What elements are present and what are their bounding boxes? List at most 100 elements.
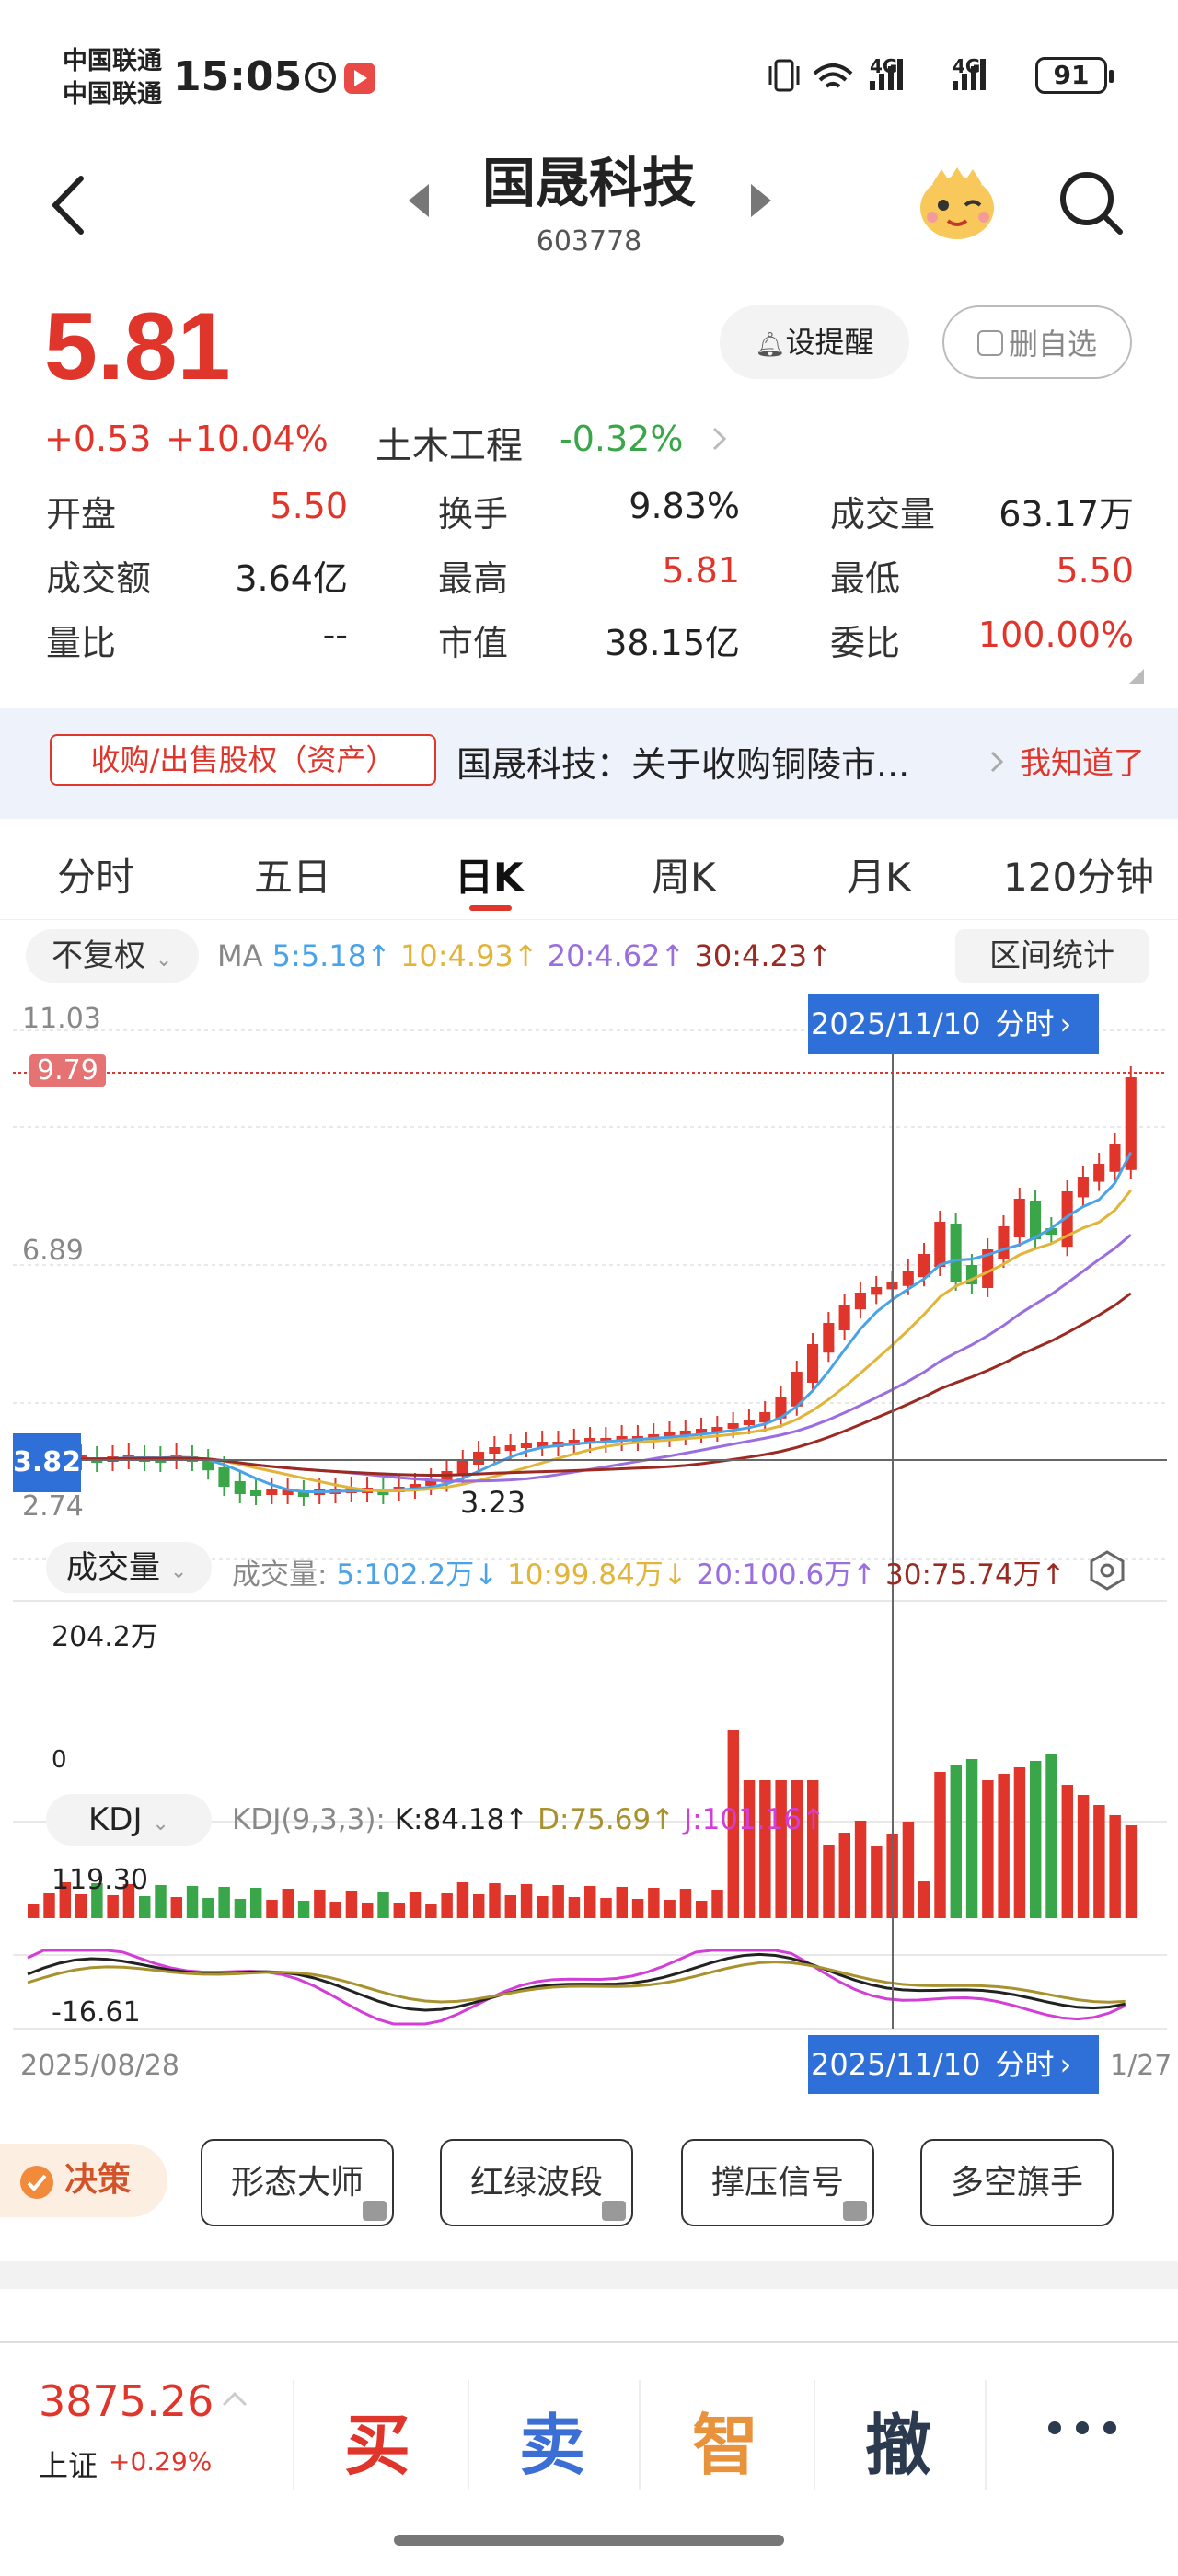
stat-label: 换手	[438, 494, 509, 535]
volume-legend: 成交量: 5:102.2万↓ 10:99.84万↓ 20:100.6万↑ 30:…	[232, 1551, 1066, 1593]
volume-selector[interactable]: 成交量 ⌄	[46, 1542, 212, 1593]
stat-label: 最低	[830, 558, 901, 599]
mascot-icon[interactable]	[916, 164, 999, 242]
price-change: +0.53	[44, 419, 152, 459]
stat-value: 5.50	[1056, 550, 1134, 591]
current-price: 5.81	[44, 293, 231, 400]
candle-body	[950, 1224, 962, 1282]
tool-bull-bear-flag[interactable]: 多空旗手	[920, 2139, 1114, 2226]
volume-bar	[425, 1904, 437, 1918]
candle-body	[504, 1445, 516, 1451]
carrier-1: 中国联通	[63, 47, 162, 75]
kdj-legend: KDJ(9,3,3): K:84.18↑ D:75.69↑ J:101.16↑	[232, 1803, 826, 1836]
volume-bar	[600, 1898, 612, 1918]
sell-button[interactable]: 卖	[519, 2391, 585, 2488]
candle-body	[1030, 1201, 1042, 1239]
expand-corner-icon[interactable]	[1127, 667, 1146, 685]
indicator-selector[interactable]: KDJ ⌄	[46, 1794, 212, 1846]
volume-bar	[1013, 1767, 1026, 1918]
volume-bar	[266, 1900, 278, 1918]
set-alert-button[interactable]: 🔔︎设提醒	[720, 305, 909, 379]
indicator-selector-label: KDJ	[88, 1801, 143, 1838]
volume-label: 成交量:	[232, 1558, 328, 1592]
lock-icon	[602, 2201, 626, 2221]
announcement-text[interactable]: 国晟科技：关于收购铜陵市...	[456, 736, 909, 787]
volume-bar	[218, 1887, 230, 1918]
volume-bar	[186, 1886, 199, 1918]
volume-bar	[965, 1759, 978, 1918]
volume-bar	[743, 1780, 756, 1918]
candle-body	[854, 1293, 866, 1310]
bottom-trade-bar: 3875.26 上证 +0.29% 买 卖 智 撤	[0, 2341, 1178, 2576]
chevron-up-icon[interactable]	[221, 2389, 248, 2408]
index-value[interactable]: 3875.26	[39, 2376, 214, 2426]
volume-bar	[393, 1903, 406, 1918]
tab-monthly-k[interactable]: 月K	[847, 846, 911, 903]
tab-five-day[interactable]: 五日	[254, 846, 331, 903]
stat-value: 38.15亿	[605, 623, 740, 663]
tool-label: 形态大师	[230, 2164, 364, 2202]
volume-bar	[998, 1774, 1010, 1918]
tool-pattern-master[interactable]: 形态大师	[201, 2139, 394, 2226]
stock-code: 603778	[536, 225, 642, 258]
volume-selector-label: 成交量	[66, 1549, 160, 1586]
candle-body	[489, 1447, 501, 1454]
tab-weekly-k[interactable]: 周K	[652, 846, 716, 903]
volume-bar	[934, 1772, 946, 1918]
smart-button[interactable]: 智	[692, 2391, 758, 2488]
settings-hexagon-icon[interactable]	[1086, 1549, 1128, 1592]
kdj-axis-top: 119.30	[52, 1864, 148, 1896]
volume-bar	[1077, 1795, 1090, 1918]
kdj-label: KDJ(9,3,3):	[232, 1803, 386, 1836]
tab-daily-k[interactable]: 日K	[455, 846, 524, 903]
more-icon[interactable]	[1045, 2419, 1119, 2437]
price-axis-mid: 6.89	[22, 1235, 84, 1267]
cancel-order-button[interactable]: 撤	[865, 2391, 931, 2488]
volume-bar	[155, 1885, 167, 1918]
buy-button[interactable]: 买	[344, 2391, 410, 2488]
candle-body	[727, 1423, 739, 1429]
network-label-1: 4G	[870, 55, 898, 77]
volume-bar	[107, 1895, 119, 1918]
candle-body	[823, 1323, 835, 1353]
stat-value: 5.81	[662, 550, 740, 591]
candle-body	[266, 1489, 278, 1495]
candle-body	[871, 1287, 883, 1295]
kdj-d: D:75.69↑	[537, 1803, 676, 1836]
chevron-down-icon: ⌄	[152, 1812, 169, 1835]
candle-body	[1109, 1144, 1121, 1172]
stat-label: 量比	[46, 623, 117, 663]
cursor-date-badge[interactable]: 2025/11/10 分时 ›	[808, 994, 1099, 1054]
stat-label: 市值	[438, 623, 509, 663]
tool-red-green-band[interactable]: 红绿波段	[440, 2139, 633, 2226]
search-icon[interactable]	[1054, 166, 1127, 239]
bell-icon: 🔔︎	[755, 331, 786, 359]
divider	[639, 2380, 641, 2490]
tool-support-resistance[interactable]: 撑压信号	[681, 2139, 874, 2226]
candle-body	[1077, 1177, 1089, 1198]
next-stock-icon[interactable]	[747, 182, 775, 219]
range-stats-button[interactable]: 区间统计	[955, 929, 1149, 983]
announcement-bar[interactable]: 收购/出售股权（资产） 国晟科技：关于收购铜陵市... 我知道了	[0, 708, 1178, 819]
adjust-selector[interactable]: 不复权 ⌄	[26, 929, 199, 983]
index-name: 上证	[39, 2448, 98, 2483]
volume-bar	[631, 1899, 644, 1918]
sector-name[interactable]: 土木工程	[375, 416, 523, 469]
candle-body	[1093, 1164, 1105, 1182]
sector-change[interactable]: -0.32%	[560, 419, 683, 459]
ma10-value: 10:4.93↑	[400, 938, 538, 973]
remove-watchlist-button[interactable]: 删自选	[942, 305, 1132, 379]
tab-intraday[interactable]: 分时	[57, 846, 134, 903]
cursor-date-badge-bottom[interactable]: 2025/11/10 分时 ›	[808, 2035, 1099, 2094]
stat-label: 开盘	[46, 494, 117, 535]
acknowledge-button[interactable]: 我知道了	[1020, 738, 1145, 783]
tab-120min[interactable]: 120分钟	[1003, 846, 1154, 903]
volume-bar	[234, 1899, 247, 1918]
candle-body	[838, 1305, 850, 1330]
low-price-label: 3.23	[460, 1485, 526, 1520]
network-label-2: 4G	[953, 55, 981, 77]
minus-box-icon	[976, 330, 1003, 356]
chart-period-tabs: 分时 五日 日K 周K 月K 120分钟	[0, 828, 1178, 920]
current-price-marker: 9.79	[29, 1054, 106, 1087]
vol-ma5: 5:102.2万↓	[336, 1558, 499, 1592]
